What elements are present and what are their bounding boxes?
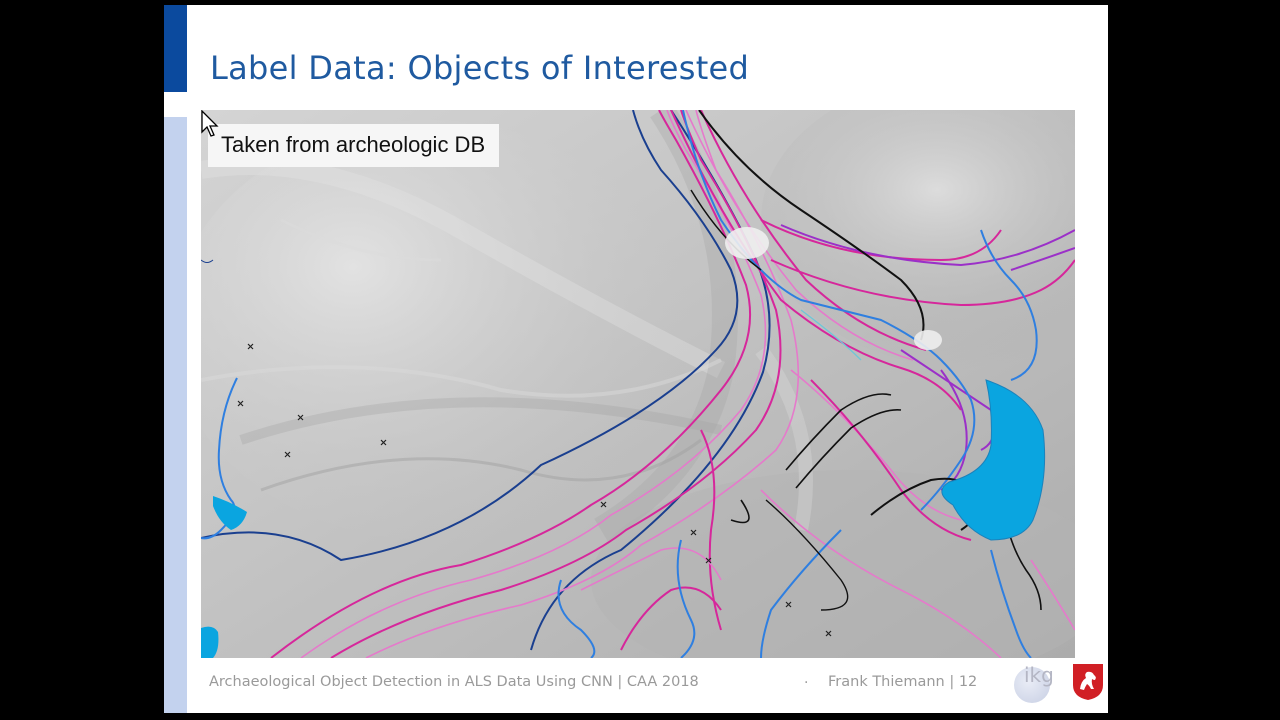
horse-crest-icon [1073, 664, 1103, 700]
accent-bar-side [164, 117, 187, 713]
mouse-pointer-icon [201, 110, 219, 137]
lidar-map: Taken from archeologic DB [201, 110, 1075, 658]
map-source-label: Taken from archeologic DB [208, 124, 500, 167]
ikg-logo-text: ikg [1024, 663, 1054, 687]
ikg-logo: ikg [1010, 661, 1068, 705]
footer-presentation-title: Archaeological Object Detection in ALS D… [209, 674, 699, 690]
slide-title: Label Data: Objects of Interested [210, 49, 750, 87]
footer-separator: · [804, 675, 809, 691]
footer-author-page: Frank Thiemann | 12 [828, 674, 978, 690]
accent-bar-top [164, 5, 187, 92]
hillshade-map-graphic [201, 110, 1075, 658]
slide: Label Data: Objects of Interested Taken … [164, 5, 1108, 713]
